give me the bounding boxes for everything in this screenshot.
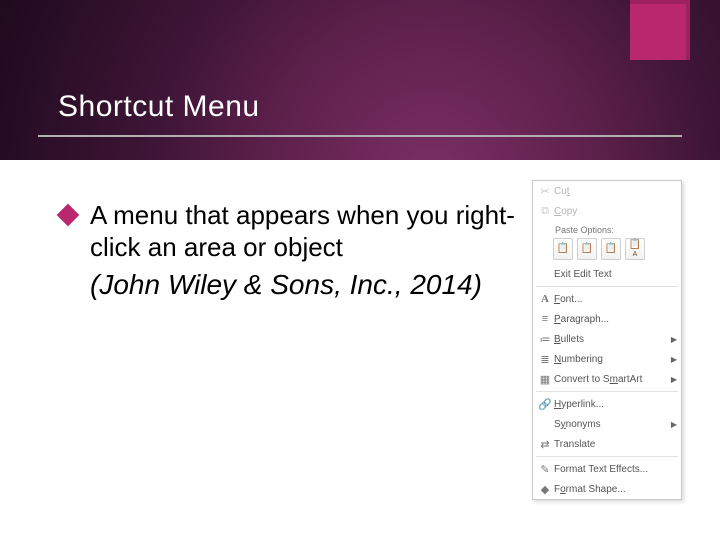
menu-item-label: Format Text Effects...: [554, 464, 677, 475]
paste-options-block: Paste Options:📋📋📋📋A: [533, 221, 681, 264]
paste-option-picture[interactable]: 📋: [601, 238, 621, 260]
menu-item-bullets[interactable]: ≔Bullets ▶: [533, 329, 681, 349]
menu-item-label: Numbering: [554, 354, 667, 365]
menu-item-hyperlink[interactable]: 🔗Hyperlink...: [533, 394, 681, 414]
menu-separator: [536, 286, 678, 287]
menu-item-label: Translate: [554, 439, 677, 450]
menu-item-exit-edit-text[interactable]: Exit Edit Text: [533, 264, 681, 284]
menu-item-translate[interactable]: ⇄Translate: [533, 434, 681, 454]
menu-item-label: Cut: [554, 186, 677, 197]
submenu-arrow-icon: ▶: [671, 355, 677, 364]
hyperlink-icon: 🔗: [536, 398, 554, 411]
submenu-arrow-icon: ▶: [671, 375, 677, 384]
clipboard-icon: 📋: [629, 240, 641, 250]
menu-item-label: Exit Edit Text: [554, 269, 677, 280]
menu-item-copy: ⧉Copy: [533, 201, 681, 221]
menu-item-label: Paragraph...: [554, 314, 677, 325]
format-text-effects-icon: ✎: [536, 463, 554, 476]
cut-icon: ✂: [536, 185, 554, 198]
menu-item-cut: ✂Cut: [533, 181, 681, 201]
submenu-arrow-icon: ▶: [671, 420, 677, 429]
body-text: A menu that appears when you right-click…: [90, 200, 520, 263]
bullets-icon: ≔: [536, 333, 554, 346]
convert-to-smartart-icon: ▦: [536, 373, 554, 386]
submenu-arrow-icon: ▶: [671, 335, 677, 344]
paste-option-text-only[interactable]: 📋A: [625, 238, 645, 260]
menu-item-label: Synonyms: [554, 419, 667, 430]
menu-separator: [536, 391, 678, 392]
format-shape-icon: ◆: [536, 483, 554, 496]
paste-option-merge[interactable]: 📋: [577, 238, 597, 260]
paste-option-keep-source[interactable]: 📋: [553, 238, 573, 260]
copy-icon: ⧉: [536, 205, 554, 218]
menu-item-label: Convert to SmartArt: [554, 374, 667, 385]
menu-item-paragraph[interactable]: ≡Paragraph...: [533, 309, 681, 329]
page-title: Shortcut Menu: [58, 90, 260, 124]
clipboard-icon: 📋: [557, 244, 569, 254]
menu-item-format-shape[interactable]: ◆Format Shape...: [533, 479, 681, 499]
menu-item-format-text-effects[interactable]: ✎Format Text Effects...: [533, 459, 681, 479]
header-underline: [38, 135, 682, 137]
menu-item-font[interactable]: AFont...: [533, 289, 681, 309]
menu-item-synonyms[interactable]: Synonyms ▶: [533, 414, 681, 434]
menu-item-label: Hyperlink...: [554, 399, 677, 410]
paragraph-icon: ≡: [536, 313, 554, 325]
numbering-icon: ≣: [536, 353, 554, 366]
translate-icon: ⇄: [536, 438, 554, 451]
menu-item-label: Copy: [554, 206, 677, 217]
paste-option-tag: A: [633, 251, 638, 258]
clipboard-icon: 📋: [605, 244, 617, 254]
menu-item-label: Font...: [554, 294, 677, 305]
paste-options-buttons: 📋📋📋📋A: [536, 238, 678, 260]
menu-item-convert-to-smartart[interactable]: ▦Convert to SmartArt ▶: [533, 369, 681, 389]
menu-separator: [536, 456, 678, 457]
accent-square: [630, 0, 690, 60]
clipboard-icon: 📋: [581, 244, 593, 254]
paste-options-label: Paste Options:: [536, 223, 678, 238]
citation-text: (John Wiley & Sons, Inc., 2014): [90, 268, 490, 302]
menu-item-label: Format Shape...: [554, 484, 677, 495]
font-icon: A: [536, 293, 554, 305]
slide: Shortcut Menu A menu that appears when y…: [0, 0, 720, 540]
menu-item-label: Bullets: [554, 334, 667, 345]
bullet-icon: [57, 204, 80, 227]
menu-item-numbering[interactable]: ≣Numbering ▶: [533, 349, 681, 369]
context-menu[interactable]: ✂Cut⧉CopyPaste Options:📋📋📋📋AExit Edit Te…: [532, 180, 682, 500]
